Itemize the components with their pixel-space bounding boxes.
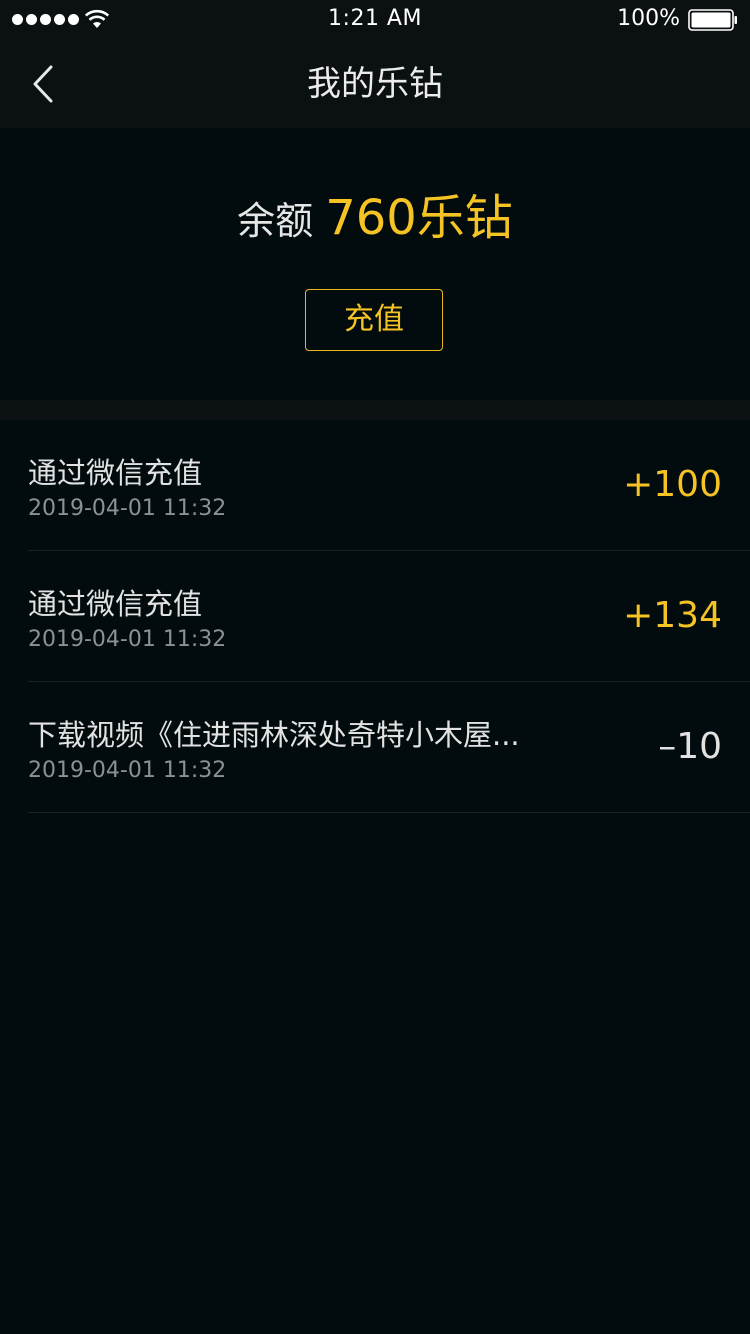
transaction-amount: +134	[623, 595, 722, 636]
chevron-left-icon	[33, 65, 53, 103]
transaction-title: 下载视频《住进雨林深处奇特小木屋...	[28, 718, 520, 752]
balance-section: 余额 760乐钻 充值	[0, 128, 750, 400]
transaction-time: 2019-04-01 11:32	[28, 627, 227, 652]
nav-bar: 我的乐钻	[0, 40, 750, 128]
transaction-time: 2019-04-01 11:32	[28, 496, 227, 521]
transaction-row[interactable]: 通过微信充值 2019-04-01 11:32 +134	[28, 551, 750, 682]
transaction-amount: +100	[623, 464, 722, 505]
section-divider	[0, 400, 750, 420]
back-button[interactable]	[18, 60, 68, 108]
balance-row: 余额 760乐钻	[0, 178, 750, 248]
transaction-row[interactable]: 下载视频《住进雨林深处奇特小木屋... 2019-04-01 11:32 –10	[28, 682, 750, 813]
transaction-title: 通过微信充值	[28, 456, 203, 490]
transaction-amount: –10	[658, 726, 722, 767]
balance-value: 760乐钻	[325, 190, 513, 246]
transaction-list: 通过微信充值 2019-04-01 11:32 +100 通过微信充值 2019…	[0, 420, 750, 813]
transaction-row[interactable]: 通过微信充值 2019-04-01 11:32 +100	[28, 420, 750, 551]
recharge-button[interactable]: 充值	[305, 289, 443, 351]
balance-label: 余额	[237, 199, 314, 243]
battery-percentage: 100%	[617, 6, 680, 31]
battery-icon	[688, 9, 737, 31]
status-bar: 1:21 AM 100%	[0, 0, 750, 40]
page-title: 我的乐钻	[307, 64, 443, 104]
transaction-time: 2019-04-01 11:32	[28, 758, 227, 783]
transaction-title: 通过微信充值	[28, 587, 203, 621]
